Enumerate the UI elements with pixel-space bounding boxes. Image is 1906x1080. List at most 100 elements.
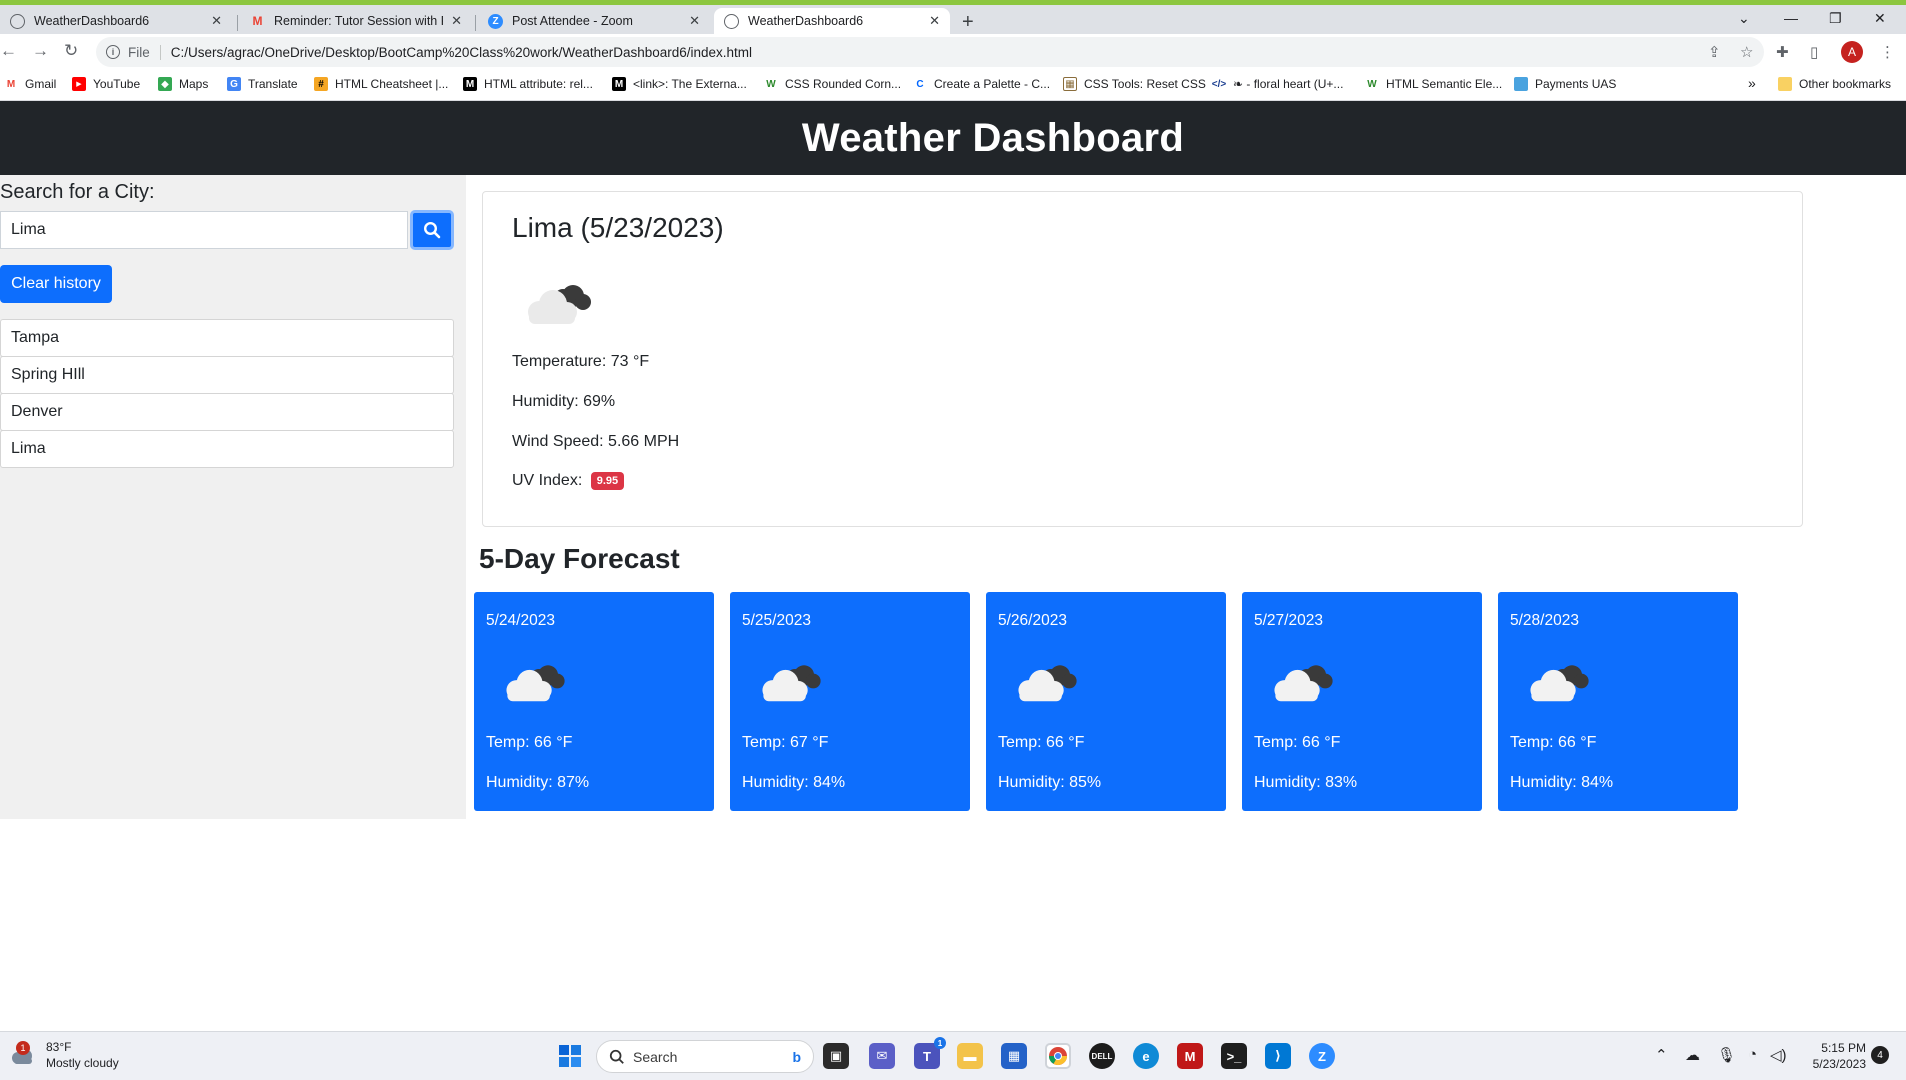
taskbar-search[interactable]: Search b — [596, 1040, 814, 1073]
new-tab-icon[interactable]: + — [962, 11, 974, 34]
clear-history-button[interactable]: Clear history — [0, 265, 112, 303]
history-item-spring-hill[interactable]: Spring HIll — [0, 356, 454, 394]
forecast-temp: Temp: 66 °F — [486, 734, 573, 751]
zoom-icon: Z — [488, 13, 503, 29]
translate-icon: G — [227, 77, 241, 91]
code-icon: </> — [1211, 78, 1227, 90]
close-tab-icon[interactable]: ✕ — [689, 13, 700, 29]
restore-icon[interactable]: ❐ — [1829, 10, 1842, 27]
address-bar[interactable]: i File C:/Users/agrac/OneDrive/Desktop/B… — [96, 37, 1764, 67]
microphone-icon[interactable]: 🎙 — [1717, 1046, 1736, 1064]
show-hidden-icons-icon[interactable]: ⌃ — [1655, 1046, 1668, 1064]
bookmark-gmail[interactable]: M Gmail — [4, 77, 57, 91]
uv-badge: 9.95 — [590, 472, 625, 490]
city-search-input[interactable]: Lima — [0, 211, 408, 249]
forecast-card: 5/25/2023 Temp: 67 °F Humidity: 84% — [730, 592, 970, 811]
page-viewport: Weather Dashboard Search for a City: Lim… — [0, 101, 1906, 1031]
tab-label: Reminder: Tutor Session with Ro — [274, 14, 444, 28]
forecast-humidity: Humidity: 85% — [998, 774, 1102, 791]
minimize-icon[interactable]: — — [1784, 10, 1798, 26]
tab-weatherdashboard-1[interactable]: WeatherDashboard6 ✕ — [0, 8, 232, 34]
page-title: Weather Dashboard — [801, 115, 1185, 160]
url-text: C:/Users/agrac/OneDrive/Desktop/BootCamp… — [170, 44, 753, 60]
info-icon[interactable]: i — [106, 45, 120, 59]
extensions-icon[interactable]: ✚ — [1776, 43, 1789, 61]
bookmark-create-palette[interactable]: C Create a Palette - C... — [913, 77, 1050, 91]
cloud-icon — [1530, 665, 1589, 702]
side-panel-icon[interactable]: ▯ — [1810, 43, 1818, 61]
cloud-icon — [762, 665, 821, 702]
bookmark-link-element[interactable]: M <link>: The Externa... — [612, 77, 747, 91]
forecast-temp: Temp: 67 °F — [742, 734, 829, 751]
profile-avatar[interactable]: A — [1841, 41, 1863, 63]
forward-icon[interactable]: → — [32, 41, 49, 61]
edge-icon[interactable]: e — [1133, 1043, 1159, 1069]
close-tab-icon[interactable]: ✕ — [451, 13, 462, 29]
bookmark-label: Create a Palette - C... — [934, 77, 1051, 91]
chrome-icon[interactable] — [1045, 1043, 1071, 1069]
teams-icon[interactable]: T1 — [914, 1037, 946, 1069]
mcafee-icon[interactable]: M — [1177, 1043, 1203, 1069]
zoom-taskbar-icon[interactable]: Z — [1309, 1043, 1335, 1069]
bookmark-floral-heart[interactable]: </> ❧ - floral heart (U+... — [1211, 77, 1344, 91]
bookmark-css-rounded[interactable]: W CSS Rounded Corn... — [764, 77, 901, 91]
search-sidebar: Search for a City: Lima Clear history Ta… — [0, 175, 466, 819]
bookmark-html-cheatsheet[interactable]: # HTML Cheatsheet |... — [314, 77, 448, 91]
system-clock[interactable]: 5:15 PM 5/23/2023 — [1806, 1040, 1866, 1072]
bookmark-label: Other bookmarks — [1799, 77, 1892, 91]
search-icon — [609, 1049, 624, 1064]
notification-badge[interactable]: 4 — [1871, 1046, 1889, 1064]
bookmark-star-icon[interactable]: ☆ — [1740, 43, 1753, 61]
forecast-card: 5/26/2023 Temp: 66 °F Humidity: 85% — [986, 592, 1226, 811]
bookmark-label: HTML Cheatsheet |... — [335, 77, 449, 91]
forecast-title: 5-Day Forecast — [479, 543, 680, 574]
bookmark-translate[interactable]: G Translate — [227, 77, 298, 91]
bookmark-html-attribute[interactable]: M HTML attribute: rel... — [463, 77, 593, 91]
onedrive-icon[interactable]: ☁ — [1685, 1046, 1700, 1064]
windows-start-icon[interactable] — [557, 1043, 583, 1069]
bookmark-youtube[interactable]: ▶ YouTube — [72, 77, 140, 91]
file-explorer-icon[interactable]: ▬ — [957, 1043, 983, 1069]
history-item-lima[interactable]: Lima — [0, 430, 454, 468]
cheatsheet-icon: # — [314, 77, 328, 91]
microsoft-store-icon[interactable]: ▦ — [1001, 1043, 1027, 1069]
tab-gmail-reminder[interactable]: M Reminder: Tutor Session with Ro ✕ — [240, 8, 472, 34]
bookmarks-overflow-icon[interactable]: » — [1748, 75, 1756, 91]
back-icon[interactable]: ← — [0, 41, 17, 61]
globe-icon — [724, 13, 739, 29]
bookmark-label: Translate — [248, 77, 298, 91]
dell-icon[interactable]: DELL — [1089, 1043, 1115, 1069]
history-item-denver[interactable]: Denver — [0, 393, 454, 431]
tab-zoom[interactable]: Z Post Attendee - Zoom ✕ — [478, 8, 710, 34]
current-humidity: Humidity: 69% — [512, 393, 616, 410]
close-tab-icon[interactable]: ✕ — [211, 13, 222, 29]
close-window-icon[interactable]: ✕ — [1874, 10, 1886, 27]
teams-chat-icon[interactable]: ✉ — [869, 1043, 895, 1069]
bookmark-maps[interactable]: ◆ Maps — [158, 77, 208, 91]
terminal-icon[interactable]: >_ — [1221, 1043, 1247, 1069]
reload-icon[interactable]: ↻ — [64, 41, 78, 61]
other-bookmarks[interactable]: Other bookmarks — [1778, 77, 1891, 91]
wifi-icon[interactable]: ◔ — [1748, 1046, 1757, 1063]
bookmark-css-reset[interactable]: ▦ CSS Tools: Reset CSS — [1063, 77, 1206, 91]
address-toolbar: ← → ↻ i File C:/Users/agrac/OneDrive/Des… — [0, 34, 1906, 70]
taskbar-weather-widget[interactable]: 1 83°F Mostly cloudy — [10, 1040, 119, 1070]
task-view-icon[interactable]: ▣ — [823, 1043, 849, 1069]
w3schools-icon: W — [1367, 78, 1377, 90]
bookmark-payments-uas[interactable]: Payments UAS — [1514, 77, 1616, 91]
bookmark-label: Payments UAS — [1535, 77, 1617, 91]
mdn-icon: M — [463, 77, 477, 91]
tab-weatherdashboard-active[interactable]: WeatherDashboard6 ✕ — [714, 8, 950, 34]
menu-icon[interactable]: ⋮ — [1880, 43, 1895, 61]
history-item-tampa[interactable]: Tampa — [0, 319, 454, 357]
share-icon[interactable]: ⇪ — [1708, 43, 1721, 61]
weather-description: Mostly cloudy — [46, 1056, 119, 1070]
volume-icon[interactable]: ◁) — [1770, 1046, 1787, 1064]
close-tab-icon[interactable]: ✕ — [929, 13, 940, 29]
current-city-date: Lima (5/23/2023) — [512, 212, 724, 243]
search-button[interactable] — [410, 210, 454, 250]
forecast-card: 5/27/2023 Temp: 66 °F Humidity: 83% — [1242, 592, 1482, 811]
tab-search-icon[interactable]: ⌄ — [1738, 10, 1750, 27]
vscode-icon[interactable]: ⟩ — [1265, 1043, 1291, 1069]
bookmark-html-semantic[interactable]: W HTML Semantic Ele... — [1365, 77, 1502, 91]
